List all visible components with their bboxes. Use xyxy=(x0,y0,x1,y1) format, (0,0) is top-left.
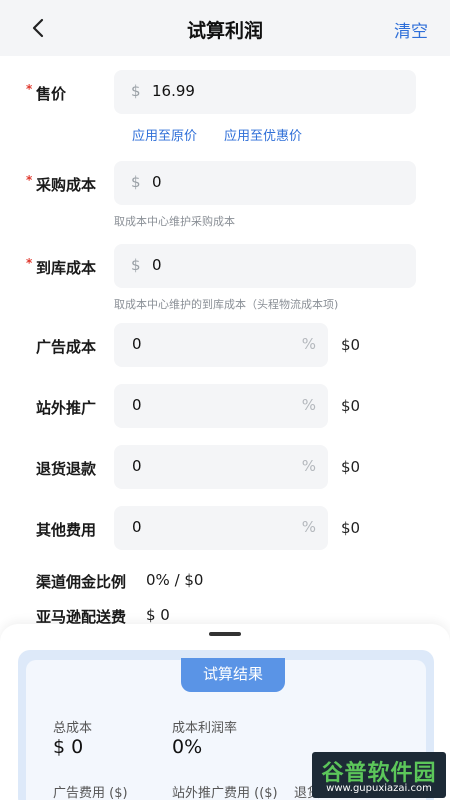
percent-symbol: % xyxy=(301,396,316,414)
ad-cost-input[interactable]: 0 % xyxy=(114,323,328,367)
offsite-promo-label: 站外推广 xyxy=(36,399,97,417)
warehouse-cost-input[interactable]: $ 0 xyxy=(114,244,416,288)
other-fee-input[interactable]: 0 % xyxy=(114,506,328,550)
purchase-cost-input[interactable]: $ 0 xyxy=(114,161,416,205)
margin-label: 成本利润率 xyxy=(172,721,238,736)
refund-value: 0 xyxy=(132,457,142,475)
refund-amount: $0 xyxy=(341,458,361,476)
purchase-cost-value: 0 xyxy=(152,173,162,191)
margin-value: 0% xyxy=(172,736,203,758)
ad-cost-value: 0 xyxy=(132,335,142,353)
warehouse-cost-hint: 取成本中心维护的到库成本（头程物流成本项) xyxy=(114,298,339,311)
channel-commission-value: 0% / $0 xyxy=(146,571,204,589)
percent-symbol: % xyxy=(301,457,316,475)
purchase-cost-label: * 采购成本 xyxy=(26,173,97,194)
sale-price-label: * 售价 xyxy=(26,82,67,103)
other-fee-amount: $0 xyxy=(341,519,361,537)
drag-handle[interactable] xyxy=(209,632,241,636)
sale-price-value: 16.99 xyxy=(152,82,195,100)
warehouse-cost-value: 0 xyxy=(152,256,162,274)
total-cost-value: $ 0 xyxy=(53,736,84,758)
percent-symbol: % xyxy=(301,518,316,536)
required-mark: * xyxy=(26,256,33,270)
percent-symbol: % xyxy=(301,335,316,353)
required-mark: * xyxy=(26,173,33,187)
currency-symbol: $ xyxy=(131,82,141,100)
channel-commission-label: 渠道佣金比例 xyxy=(36,573,127,591)
apply-original-price-link[interactable]: 应用至原价 xyxy=(132,125,197,144)
refund-label: 退货退款 xyxy=(36,460,97,478)
sale-price-input[interactable]: $ 16.99 xyxy=(114,70,416,114)
ad-cost-label: 广告成本 xyxy=(36,338,97,356)
nav-bar: 试算利润 清空 xyxy=(0,0,450,56)
purchase-cost-hint: 取成本中心维护采购成本 xyxy=(114,215,235,228)
total-cost-label: 总成本 xyxy=(53,721,93,736)
offsite-promo-amount: $0 xyxy=(341,397,361,415)
other-fee-value: 0 xyxy=(132,518,142,536)
currency-symbol: $ xyxy=(131,256,141,274)
watermark-url: www.gupuxiazai.com xyxy=(326,783,432,794)
offsite-promo-input[interactable]: 0 % xyxy=(114,384,328,428)
other-fee-label: 其他费用 xyxy=(36,521,97,539)
offsite-promo-value: 0 xyxy=(132,396,142,414)
ad-fee-label: 广告费用 ($) xyxy=(53,786,128,800)
required-mark: * xyxy=(26,82,33,96)
currency-symbol: $ xyxy=(131,173,141,191)
clear-button[interactable]: 清空 xyxy=(394,17,428,42)
warehouse-cost-label: * 到库成本 xyxy=(26,256,97,277)
promo-fee-label: 站外推广费用 (($) xyxy=(172,786,278,800)
amazon-fee-value: $ 0 xyxy=(146,606,170,624)
page-title: 试算利润 xyxy=(186,20,263,42)
watermark-logo: 谷普软件园 www.gupuxiazai.com xyxy=(312,752,446,798)
apply-discount-price-link[interactable]: 应用至优惠价 xyxy=(224,125,302,144)
ad-cost-amount: $0 xyxy=(341,336,361,354)
result-tab: 试算结果 xyxy=(181,658,285,692)
refund-input[interactable]: 0 % xyxy=(114,445,328,489)
